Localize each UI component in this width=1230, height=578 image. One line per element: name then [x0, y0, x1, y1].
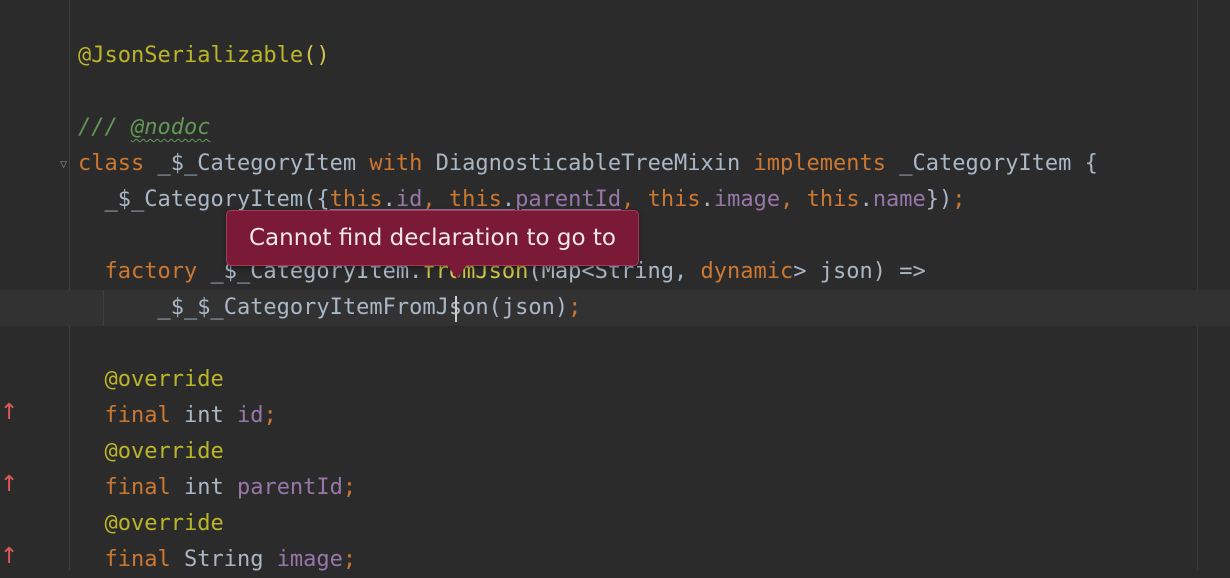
- code-line[interactable]: /// @nodoc: [0, 110, 1230, 146]
- code-token: ;: [342, 547, 357, 572]
- tooltip-arrow: [446, 263, 468, 279]
- code-token: .: [859, 187, 873, 212]
- code-token: this: [806, 187, 860, 212]
- line-content: @override: [78, 506, 224, 542]
- line-content: final int parentId;: [78, 470, 356, 506]
- code-token: _$_$_CategoryItemFromJson(json): [78, 295, 569, 320]
- code-token: override: [117, 367, 224, 392]
- code-token: final: [78, 403, 184, 428]
- code-token: JsonSerializable: [91, 43, 304, 68]
- code-line[interactable]: final String image;: [0, 542, 1230, 578]
- code-token: _CategoryItem {: [899, 151, 1098, 176]
- code-token: ;: [568, 295, 582, 320]
- code-token: _$_CategoryItem({: [78, 187, 330, 212]
- error-tooltip: Cannot find declaration to go to: [226, 210, 639, 266]
- code-token: image: [713, 187, 781, 212]
- code-token: @: [78, 511, 118, 536]
- code-token: factory: [78, 259, 211, 284]
- code-token: ,: [422, 187, 449, 212]
- code-token: (): [303, 43, 330, 68]
- code-token: parentId: [515, 187, 622, 212]
- code-token: ///: [78, 115, 131, 140]
- fold-marker-icon[interactable]: ▽: [60, 156, 72, 172]
- code-token: image: [276, 547, 343, 572]
- code-token: dynamic: [700, 259, 794, 284]
- code-line[interactable]: final int id;: [0, 398, 1230, 434]
- code-line-current[interactable]: _$_$_CategoryItemFromJson(json);: [0, 290, 1230, 326]
- code-token: DiagnosticableTreeMixin: [435, 151, 754, 176]
- code-token: @: [78, 367, 118, 392]
- code-token: ;: [952, 187, 966, 212]
- code-line[interactable]: [0, 326, 1230, 362]
- code-token: parentId: [236, 475, 343, 500]
- code-token: @: [78, 439, 118, 464]
- code-token: @nodoc: [130, 115, 211, 140]
- code-token: .: [382, 187, 396, 212]
- code-token: this: [448, 187, 502, 212]
- line-content: final String image;: [78, 542, 356, 578]
- code-line[interactable]: @override: [0, 506, 1230, 542]
- text-caret: [455, 296, 457, 322]
- code-line[interactable]: [0, 74, 1230, 110]
- code-token: this: [647, 187, 701, 212]
- code-token: int: [183, 403, 237, 428]
- implements-arrow-icon[interactable]: ↑: [0, 546, 18, 568]
- code-line[interactable]: final int parentId;: [0, 470, 1230, 506]
- code-line[interactable]: class _$_CategoryItem with Diagnosticabl…: [0, 146, 1230, 182]
- tooltip-message: Cannot find declaration to go to: [249, 225, 616, 251]
- code-token: final: [78, 547, 184, 572]
- implements-arrow-icon[interactable]: ↑: [0, 474, 18, 496]
- code-token: implements: [753, 151, 900, 176]
- code-token: ;: [342, 475, 357, 500]
- code-line[interactable]: @override: [0, 434, 1230, 470]
- line-content: @override: [78, 434, 224, 470]
- code-token: @: [78, 43, 92, 68]
- code-line[interactable]: @JsonSerializable(): [0, 38, 1230, 74]
- code-token: with: [369, 151, 436, 176]
- line-content: /// @nodoc: [78, 110, 210, 146]
- line-content: final int id;: [78, 398, 277, 434]
- code-token: name: [872, 187, 926, 212]
- code-token: ,: [621, 187, 648, 212]
- code-token: _$_CategoryItem: [157, 151, 370, 176]
- code-token: ;: [263, 403, 277, 428]
- code-token: .: [700, 187, 714, 212]
- code-token: id: [236, 403, 264, 428]
- line-content: class _$_CategoryItem with Diagnosticabl…: [78, 146, 1098, 182]
- code-token: > json) =>: [793, 259, 926, 284]
- code-line[interactable]: @override: [0, 362, 1230, 398]
- code-token: override: [117, 439, 224, 464]
- code-token: }): [925, 187, 953, 212]
- code-token: class: [78, 151, 158, 176]
- code-token: override: [117, 511, 224, 536]
- code-token: id: [395, 187, 423, 212]
- code-token: ,: [780, 187, 807, 212]
- code-token: String: [183, 547, 277, 572]
- line-content: @override: [78, 362, 224, 398]
- line-content: @JsonSerializable(): [78, 38, 330, 74]
- line-content: _$_$_CategoryItemFromJson(json);: [78, 290, 581, 326]
- code-editor[interactable]: @JsonSerializable() /// @nodoc class _$_…: [0, 0, 1230, 572]
- code-token: .: [501, 187, 516, 212]
- code-token: int: [183, 475, 237, 500]
- code-token: this: [329, 187, 383, 212]
- code-token: final: [78, 475, 184, 500]
- implements-arrow-icon[interactable]: ↑: [0, 402, 18, 424]
